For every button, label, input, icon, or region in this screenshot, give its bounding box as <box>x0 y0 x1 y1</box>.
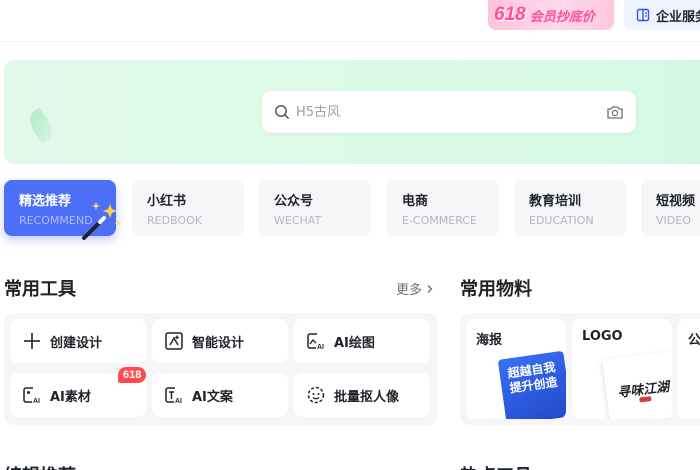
logo-thumbnail: 寻味江湖 <box>602 350 672 419</box>
svg-text:AI: AI <box>33 398 40 405</box>
material-label: 公 <box>688 333 700 348</box>
chevron-right-icon <box>427 284 433 293</box>
tool-batch-cutout[interactable]: 批量抠人像 <box>294 373 430 417</box>
search-box[interactable] <box>262 91 636 133</box>
poster-thumbnail: 超越自我 提升创造 <box>497 350 566 419</box>
material-poster[interactable]: 海报 超越自我 提升创造 <box>466 319 566 419</box>
ai-material-icon: AI <box>23 387 40 405</box>
tool-ai-copywriting[interactable]: AI AI文案 <box>152 373 288 417</box>
tab-wechat[interactable]: 公众号 WECHAT <box>259 180 371 236</box>
more-label: 更多 <box>396 283 423 298</box>
more-tools-link[interactable]: 更多 <box>396 279 434 298</box>
tab-redbook[interactable]: 小红书 REDBOOK <box>132 180 244 236</box>
tab-video[interactable]: 短视频 VIDEO <box>641 180 700 236</box>
camera-icon[interactable] <box>606 104 624 120</box>
plus-icon <box>24 333 40 349</box>
tab-subtitle: WECHAT <box>274 214 322 227</box>
tools-panel: 创建设计 智能设计 AI AI绘图 AI AI素材 618 AI AI文案 批量… <box>4 313 438 425</box>
svg-text:AI: AI <box>175 398 182 405</box>
tool-label: 智能设计 <box>192 335 245 351</box>
tab-subtitle: REDBOOK <box>147 214 202 227</box>
tool-label: 批量抠人像 <box>334 389 400 405</box>
poster-thumb-title: 超越自我 提升创造 <box>506 360 559 396</box>
tool-ai-drawing[interactable]: AI AI绘图 <box>294 319 430 363</box>
ai-image-icon: AI <box>307 333 324 351</box>
materials-panel: 海报 超越自我 提升创造 LOGO 寻味江湖 公 <box>460 313 700 425</box>
search-input[interactable] <box>290 91 606 133</box>
enterprise-label: 企业服务 <box>656 9 700 25</box>
svg-text:AI: AI <box>317 344 324 351</box>
tab-subtitle: E-COMMERCE <box>402 214 477 227</box>
hot-tools-heading: 热点工具 <box>460 462 532 470</box>
smart-design-icon <box>165 332 183 350</box>
material-label: LOGO <box>582 329 623 344</box>
material-third[interactable]: 公 <box>678 319 700 419</box>
tab-title: 电商 <box>402 194 429 209</box>
promo-number: 618 <box>494 4 526 25</box>
tab-education[interactable]: 教育培训 EDUCATION <box>514 180 626 236</box>
magic-wand-icon <box>82 202 122 240</box>
search-icon[interactable] <box>274 104 290 120</box>
tool-label: AI素材 <box>50 389 91 405</box>
editor-picks-heading: 编辑推荐 <box>4 462 76 470</box>
top-bar: 618 会员抄底价 企业服务 <box>0 0 700 42</box>
tool-label: AI文案 <box>192 389 233 405</box>
tab-subtitle: VIDEO <box>656 214 691 227</box>
seal-decoration <box>639 396 652 403</box>
promo-text: 会员抄底价 <box>529 9 595 25</box>
tool-create-design[interactable]: 创建设计 <box>10 319 146 363</box>
material-label: 海报 <box>476 333 503 348</box>
tab-subtitle: EDUCATION <box>529 214 594 227</box>
sale-badge-618: 618 <box>118 367 147 383</box>
tool-smart-design[interactable]: 智能设计 <box>152 319 288 363</box>
tab-title: 教育培训 <box>529 194 582 209</box>
tab-title: 公众号 <box>274 194 314 209</box>
building-icon <box>636 8 650 22</box>
tools-section-title: 常用工具 <box>4 279 76 300</box>
enterprise-service-button[interactable]: 企业服务 <box>624 0 700 30</box>
promo-banner-618[interactable]: 618 会员抄底价 <box>488 0 614 30</box>
ai-text-icon: AI <box>165 387 182 405</box>
leaf-decoration <box>24 107 58 145</box>
materials-section-title: 常用物料 <box>460 279 532 300</box>
material-logo[interactable]: LOGO 寻味江湖 <box>572 319 672 419</box>
face-cutout-icon <box>307 386 325 404</box>
tab-title: 小红书 <box>147 194 187 209</box>
tool-label: AI绘图 <box>334 335 375 351</box>
page-root: 618 会员抄底价 企业服务 <box>0 0 700 470</box>
tab-ecommerce[interactable]: 电商 E-COMMERCE <box>387 180 499 236</box>
tool-label: 创建设计 <box>50 335 103 351</box>
tab-title: 短视频 <box>656 194 696 209</box>
